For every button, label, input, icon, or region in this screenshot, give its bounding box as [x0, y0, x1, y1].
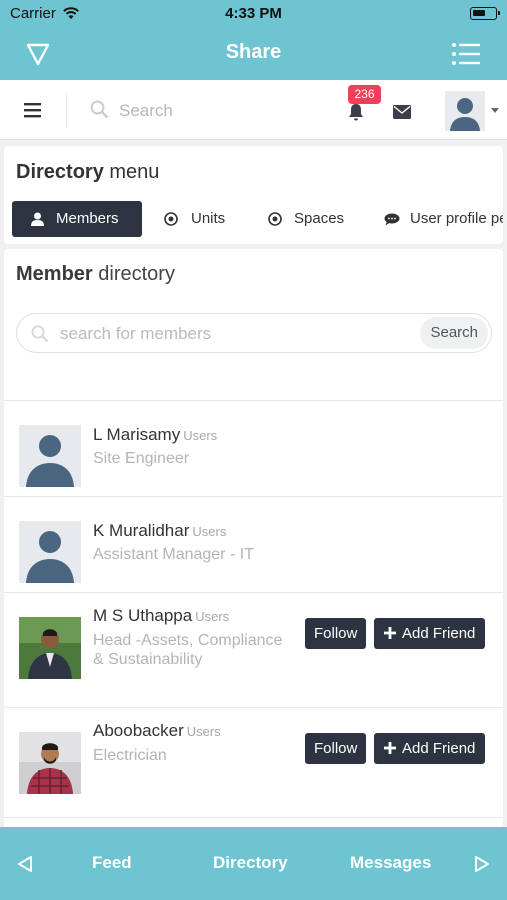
radio-dot-icon [268, 212, 282, 226]
member-directory-heading: Member directory [16, 263, 175, 285]
member-photo-image [19, 732, 81, 794]
member-row[interactable]: Aboobacker Users Electrician Follow Add F… [4, 708, 503, 818]
add-friend-button[interactable]: Add Friend [374, 733, 486, 764]
member-avatar[interactable] [19, 425, 81, 487]
plus-icon [384, 742, 396, 754]
member-photo[interactable] [19, 617, 81, 679]
list-menu-icon[interactable] [451, 41, 481, 67]
member-photo[interactable] [19, 732, 81, 794]
member-role: Users [192, 524, 227, 539]
directory-menu-panel: Directory menu Members Units Spaces User… [4, 146, 503, 244]
add-friend-button[interactable]: Add Friend [374, 618, 486, 649]
member-title: Assistant Manager - IT [93, 546, 254, 563]
notification-badge: 236 [348, 85, 381, 104]
bottom-tab-bar: Feed Directory Messages [0, 827, 507, 900]
member-name[interactable]: L Marisamy Users [93, 425, 217, 445]
member-title: Site Engineer [93, 450, 190, 467]
directory-tabs: Members Units Spaces User profile pe [8, 201, 503, 237]
tab-members[interactable]: Members [12, 201, 142, 237]
nav-bar: Share [0, 28, 507, 80]
member-row[interactable]: K Muralidhar Users Assistant Manager - IT [4, 497, 503, 593]
bell-icon[interactable] [347, 102, 365, 122]
search-icon [31, 325, 49, 343]
chevron-down-icon[interactable] [491, 108, 499, 113]
forward-arrow-icon[interactable] [473, 855, 491, 873]
search-icon [90, 100, 109, 119]
back-arrow-icon[interactable] [16, 855, 34, 873]
battery-icon [470, 7, 500, 20]
radio-dot-icon [164, 212, 178, 226]
chat-bubble-icon [384, 213, 400, 226]
default-avatar-icon [19, 425, 81, 487]
member-avatar[interactable] [19, 521, 81, 583]
toolbar-divider [66, 92, 67, 128]
member-search-placeholder: search for members [60, 324, 212, 343]
default-avatar-icon [19, 521, 81, 583]
member-name[interactable]: K Muralidhar Users [93, 521, 226, 541]
member-search-field[interactable]: search for members Search [16, 313, 492, 353]
global-search-input[interactable]: Search [90, 98, 290, 124]
member-name[interactable]: M S Uthappa Users [93, 606, 229, 626]
member-photo-image [19, 617, 81, 679]
tab-messages[interactable]: Messages [350, 853, 431, 873]
tab-spaces[interactable]: Spaces [268, 201, 344, 237]
member-title: Head -Assets, Compliance & Sustainabilit… [93, 632, 283, 668]
member-directory-panel: Member directory search for members Sear… [4, 249, 503, 829]
member-search-button[interactable]: Search [420, 317, 488, 349]
clock: 4:33 PM [225, 5, 282, 22]
member-row[interactable]: L Marisamy Users Site Engineer [4, 401, 503, 497]
user-avatar[interactable] [445, 91, 485, 131]
status-bar: Carrier 4:33 PM [0, 0, 507, 28]
member-row[interactable]: M S Uthappa Users Head -Assets, Complianc… [4, 593, 503, 708]
member-role: Users [186, 724, 221, 739]
tab-units[interactable]: Units [164, 201, 225, 237]
follow-button[interactable]: Follow [305, 618, 367, 649]
tab-user-profile[interactable]: User profile pe [384, 201, 503, 237]
toolbar: Search 236 [0, 80, 507, 140]
mail-icon[interactable] [393, 105, 411, 119]
page-title: Share [225, 41, 282, 63]
hamburger-icon[interactable] [24, 102, 42, 118]
default-avatar-icon [450, 98, 480, 131]
tab-directory[interactable]: Directory [213, 853, 288, 873]
member-role: Users [183, 428, 218, 443]
tab-feed[interactable]: Feed [92, 853, 132, 873]
global-search-placeholder: Search [119, 101, 173, 120]
directory-menu-heading: Directory menu [16, 161, 160, 183]
member-title: Electrician [93, 747, 167, 764]
member-role: Users [195, 609, 230, 624]
plus-icon [384, 627, 396, 639]
follow-button[interactable]: Follow [305, 733, 367, 764]
user-icon [31, 212, 44, 226]
member-name[interactable]: Aboobacker Users [93, 721, 221, 741]
